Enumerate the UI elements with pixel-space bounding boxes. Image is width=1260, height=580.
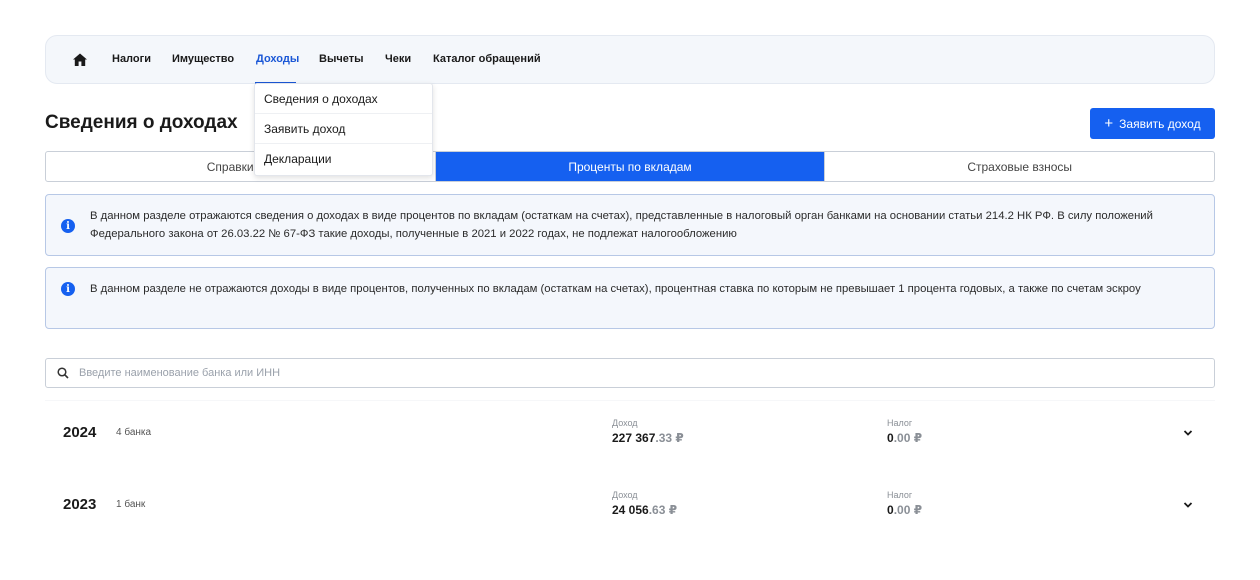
nav-item-receipts[interactable]: Чеки — [385, 53, 411, 65]
info-icon: i — [61, 219, 75, 233]
row-year: 2023 — [63, 496, 97, 513]
chevron-down-icon[interactable] — [1182, 499, 1194, 511]
info-box-taxation: i В данном разделе отражаются сведения о… — [45, 194, 1215, 256]
declare-income-button-label: Заявить доход — [1119, 116, 1201, 131]
bank-search-input[interactable] — [79, 364, 1179, 382]
nav-item-taxes[interactable]: Налоги — [112, 53, 151, 65]
menu-item-declarations[interactable]: Декларации — [255, 144, 432, 174]
nav-item-property[interactable]: Имущество — [172, 53, 234, 65]
income-label: Доход — [612, 490, 638, 500]
info-icon: i — [61, 282, 75, 296]
row-banks-count: 4 банка — [116, 427, 152, 438]
year-row-2024[interactable]: 2024 4 банка Доход 227 367.33 ₽ Налог 0.… — [45, 401, 1215, 465]
tax-value: 0.00 ₽ — [887, 503, 923, 517]
menu-item-income-info[interactable]: Сведения о доходах — [255, 84, 432, 114]
tabs: Справки о д Проценты по вкладам Страховы… — [45, 151, 1215, 182]
home-icon[interactable] — [72, 52, 88, 68]
top-navigation: Налоги Имущество Доходы Вычеты Чеки Ката… — [45, 35, 1215, 84]
income-dropdown-menu: Сведения о доходах Заявить доход Деклара… — [254, 83, 433, 176]
plus-icon: + — [1104, 115, 1114, 132]
nav-item-income[interactable]: Доходы — [256, 53, 299, 65]
info-box-exclusions: i В данном разделе не отражаются доходы … — [45, 267, 1215, 329]
row-year: 2024 — [63, 424, 97, 441]
tab-deposit-interest[interactable]: Проценты по вкладам — [435, 152, 826, 181]
menu-item-declare-income[interactable]: Заявить доход — [255, 114, 432, 144]
bank-search-box — [45, 358, 1215, 388]
tab-insurance-contributions[interactable]: Страховые взносы — [825, 152, 1214, 181]
row-banks-count: 1 банк — [116, 499, 146, 510]
income-value: 24 056.63 ₽ — [612, 503, 678, 517]
chevron-down-icon[interactable] — [1182, 427, 1194, 439]
declare-income-button[interactable]: + Заявить доход — [1090, 108, 1215, 139]
tax-label: Налог — [887, 490, 913, 500]
info-text-taxation: В данном разделе отражаются сведения о д… — [90, 210, 1153, 240]
nav-item-appeals-catalog[interactable]: Каталог обращений — [433, 53, 541, 65]
info-text-exclusions: В данном разделе не отражаются доходы в … — [90, 283, 1141, 295]
year-row-2023[interactable]: 2023 1 банк Доход 24 056.63 ₽ Налог 0.00… — [45, 473, 1215, 537]
nav-item-deductions[interactable]: Вычеты — [319, 53, 363, 65]
income-value: 227 367.33 ₽ — [612, 431, 684, 445]
page-title: Сведения о доходах — [45, 112, 238, 133]
search-icon — [57, 367, 69, 379]
income-label: Доход — [612, 418, 638, 428]
tax-value: 0.00 ₽ — [887, 431, 923, 445]
tax-label: Налог — [887, 418, 913, 428]
